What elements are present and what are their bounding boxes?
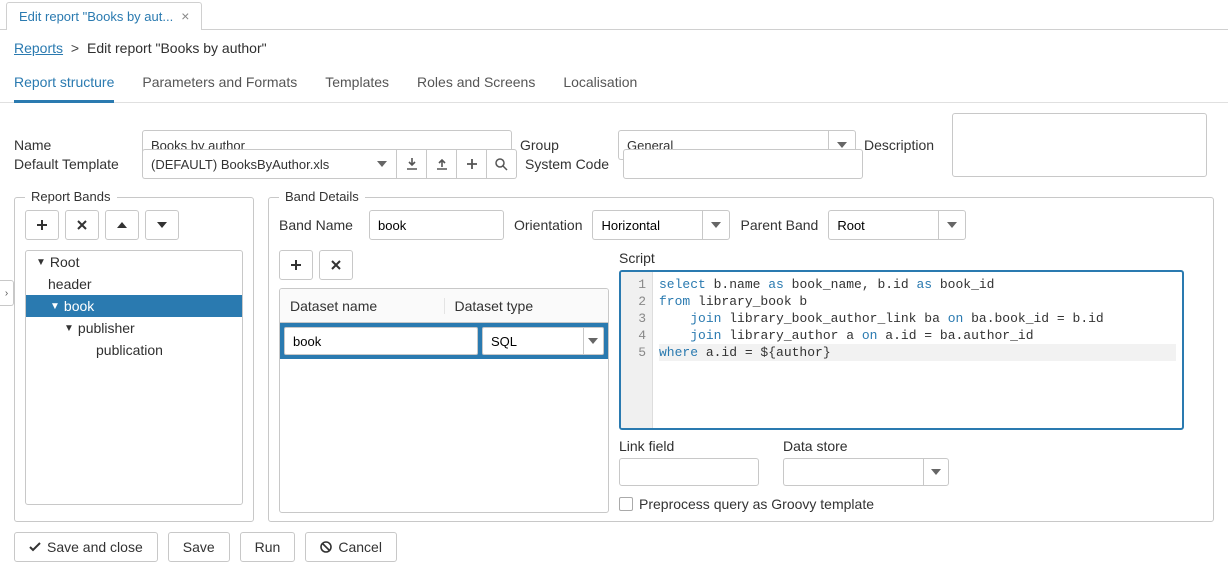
breadcrumb-root-link[interactable]: Reports bbox=[14, 40, 63, 56]
tree-item-publication[interactable]: publication bbox=[26, 339, 242, 361]
preprocess-label: Preprocess query as Groovy template bbox=[639, 496, 874, 512]
group-label: Group bbox=[520, 137, 610, 153]
run-button[interactable]: Run bbox=[240, 532, 296, 562]
download-icon[interactable] bbox=[397, 149, 427, 179]
remove-dataset-button[interactable] bbox=[319, 250, 353, 280]
secondary-tabs: Report structure Parameters and Formats … bbox=[0, 62, 1228, 103]
tree-item-book[interactable]: ▼ book bbox=[26, 295, 242, 317]
report-bands-panel: Report Bands ▼ Root header ▼ book bbox=[14, 197, 254, 522]
breadcrumb: Reports > Edit report "Books by author" bbox=[0, 30, 1228, 62]
caret-down-icon: ▼ bbox=[64, 323, 74, 334]
parent-band-input[interactable] bbox=[828, 210, 938, 240]
chevron-down-icon[interactable] bbox=[367, 149, 397, 179]
band-name-label: Band Name bbox=[279, 217, 359, 233]
chevron-down-icon[interactable] bbox=[923, 458, 949, 486]
system-code-label: System Code bbox=[525, 156, 615, 172]
tree-item-label: header bbox=[36, 276, 92, 292]
check-icon bbox=[29, 542, 41, 552]
default-template-combo bbox=[142, 149, 517, 179]
chevron-down-icon[interactable] bbox=[938, 210, 966, 240]
dataset-type-header: Dataset type bbox=[445, 298, 609, 314]
save-button[interactable]: Save bbox=[168, 532, 230, 562]
link-field-label: Link field bbox=[619, 438, 759, 454]
move-up-button[interactable] bbox=[105, 210, 139, 240]
tree-item-header[interactable]: header bbox=[26, 273, 242, 295]
dataset-name-header: Dataset name bbox=[280, 298, 445, 314]
orientation-combo[interactable] bbox=[592, 210, 730, 240]
move-down-button[interactable] bbox=[145, 210, 179, 240]
search-icon[interactable] bbox=[487, 149, 517, 179]
dataset-row[interactable] bbox=[280, 323, 608, 359]
top-tab-title: Edit report "Books by aut... bbox=[19, 9, 173, 24]
data-store-input[interactable] bbox=[783, 458, 923, 486]
data-store-combo[interactable] bbox=[783, 458, 949, 486]
description-label: Description bbox=[864, 137, 944, 153]
script-editor[interactable]: 12345 select b.name as book_name, b.id a… bbox=[619, 270, 1184, 430]
dataset-table: Dataset name Dataset type bbox=[279, 288, 609, 513]
remove-band-button[interactable] bbox=[65, 210, 99, 240]
chevron-down-icon[interactable] bbox=[583, 327, 604, 355]
cancel-button[interactable]: Cancel bbox=[305, 532, 397, 562]
plus-icon[interactable] bbox=[457, 149, 487, 179]
band-details-panel: Band Details Band Name Orientation Paren… bbox=[268, 197, 1214, 522]
caret-down-icon: ▼ bbox=[36, 257, 46, 268]
add-band-button[interactable] bbox=[25, 210, 59, 240]
chevron-down-icon[interactable] bbox=[702, 210, 730, 240]
editor-code[interactable]: select b.name as book_name, b.id as book… bbox=[653, 272, 1182, 428]
tree-item-label: publisher bbox=[78, 320, 135, 336]
editor-gutter: 12345 bbox=[621, 272, 653, 428]
add-dataset-button[interactable] bbox=[279, 250, 313, 280]
save-close-label: Save and close bbox=[47, 539, 143, 555]
dataset-type-input[interactable] bbox=[482, 327, 583, 355]
top-tab[interactable]: Edit report "Books by aut... × bbox=[6, 2, 202, 30]
orientation-label: Orientation bbox=[514, 217, 582, 233]
tree-item-publisher[interactable]: ▼ publisher bbox=[26, 317, 242, 339]
caret-down-icon: ▼ bbox=[50, 301, 60, 312]
tab-report-structure[interactable]: Report structure bbox=[14, 68, 114, 103]
link-field-input[interactable] bbox=[619, 458, 759, 486]
tree-item-label: book bbox=[64, 298, 94, 314]
chevron-right-icon: › bbox=[5, 288, 8, 299]
parent-band-label: Parent Band bbox=[740, 217, 818, 233]
cancel-icon bbox=[320, 541, 332, 553]
tree-root[interactable]: ▼ Root bbox=[26, 251, 242, 273]
band-name-input[interactable] bbox=[369, 210, 504, 240]
close-icon[interactable]: × bbox=[181, 9, 189, 23]
dataset-name-input[interactable] bbox=[284, 327, 478, 355]
name-label: Name bbox=[14, 137, 134, 153]
breadcrumb-separator: > bbox=[71, 40, 79, 56]
top-tab-bar: Edit report "Books by aut... × bbox=[0, 0, 1228, 30]
script-label: Script bbox=[619, 250, 1184, 266]
form-area: Name Group Description Default Template … bbox=[0, 103, 1228, 197]
tree-root-label: Root bbox=[50, 254, 80, 270]
data-store-label: Data store bbox=[783, 438, 949, 454]
breadcrumb-current: Edit report "Books by author" bbox=[87, 40, 267, 56]
orientation-input[interactable] bbox=[592, 210, 702, 240]
tab-templates[interactable]: Templates bbox=[325, 68, 389, 102]
tab-localisation[interactable]: Localisation bbox=[563, 68, 637, 102]
footer-buttons: Save and close Save Run Cancel bbox=[0, 522, 1228, 572]
side-collapse-handle[interactable]: › bbox=[0, 280, 14, 306]
tab-roles-screens[interactable]: Roles and Screens bbox=[417, 68, 535, 102]
dataset-type-combo[interactable] bbox=[482, 327, 604, 355]
save-close-button[interactable]: Save and close bbox=[14, 532, 158, 562]
upload-icon[interactable] bbox=[427, 149, 457, 179]
tab-parameters-formats[interactable]: Parameters and Formats bbox=[142, 68, 297, 102]
default-template-input[interactable] bbox=[142, 149, 367, 179]
report-bands-legend: Report Bands bbox=[25, 189, 117, 204]
cancel-label: Cancel bbox=[338, 539, 382, 555]
parent-band-combo[interactable] bbox=[828, 210, 966, 240]
system-code-input[interactable] bbox=[623, 149, 863, 179]
bands-tree[interactable]: ▼ Root header ▼ book ▼ publisher publica… bbox=[25, 250, 243, 505]
tree-item-label: publication bbox=[36, 342, 163, 358]
preprocess-checkbox[interactable] bbox=[619, 497, 633, 511]
description-textarea[interactable] bbox=[952, 113, 1207, 177]
band-details-legend: Band Details bbox=[279, 189, 365, 204]
default-template-label: Default Template bbox=[14, 156, 134, 172]
